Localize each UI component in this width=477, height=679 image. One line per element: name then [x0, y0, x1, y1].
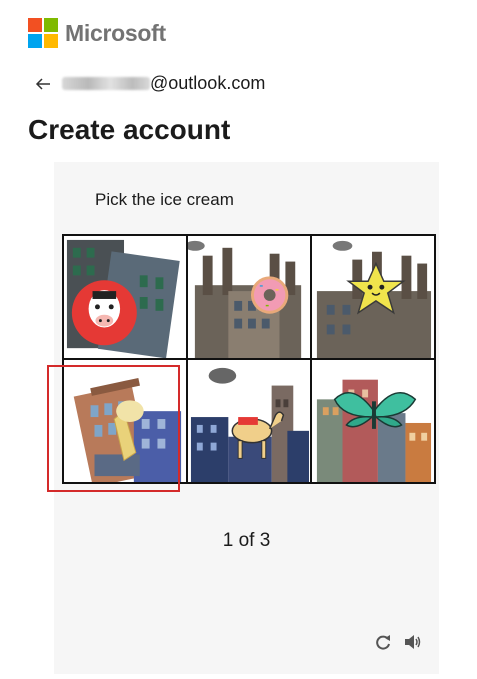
captcha-tile-4[interactable] — [64, 360, 186, 482]
captcha-tile-1[interactable] — [64, 236, 186, 358]
cow-icon — [66, 239, 180, 358]
refresh-icon[interactable] — [373, 632, 393, 652]
puzzle-progress: 1 of 3 — [222, 530, 271, 551]
captcha-image-grid — [62, 234, 436, 484]
speaker-icon[interactable] — [403, 632, 423, 652]
captcha-tile-2[interactable] — [188, 236, 310, 358]
microsoft-logo: Microsoft — [28, 18, 166, 48]
captcha-tile-6[interactable] — [312, 360, 434, 482]
butterfly-icon — [316, 379, 432, 482]
donut-icon — [188, 240, 302, 358]
captcha-tile-3[interactable] — [312, 236, 434, 358]
captcha-panel: Pick the ice cream 1 of 3 — [47, 162, 439, 674]
page-title: Create account — [28, 114, 231, 145]
ice-cream-icon — [73, 377, 182, 482]
email-domain: @outlook.com — [150, 73, 266, 93]
captcha-controls — [373, 632, 423, 652]
account-identity: @outlook.com — [34, 73, 265, 94]
arrow-left-icon[interactable] — [34, 75, 52, 93]
captcha-tile-5[interactable] — [188, 360, 310, 482]
camel-icon — [190, 367, 310, 482]
star-icon — [316, 240, 432, 358]
microsoft-logo-icon — [28, 18, 58, 48]
brand-name: Microsoft — [65, 19, 166, 46]
captcha-prompt: Pick the ice cream — [95, 190, 234, 209]
redacted-username — [62, 77, 150, 90]
